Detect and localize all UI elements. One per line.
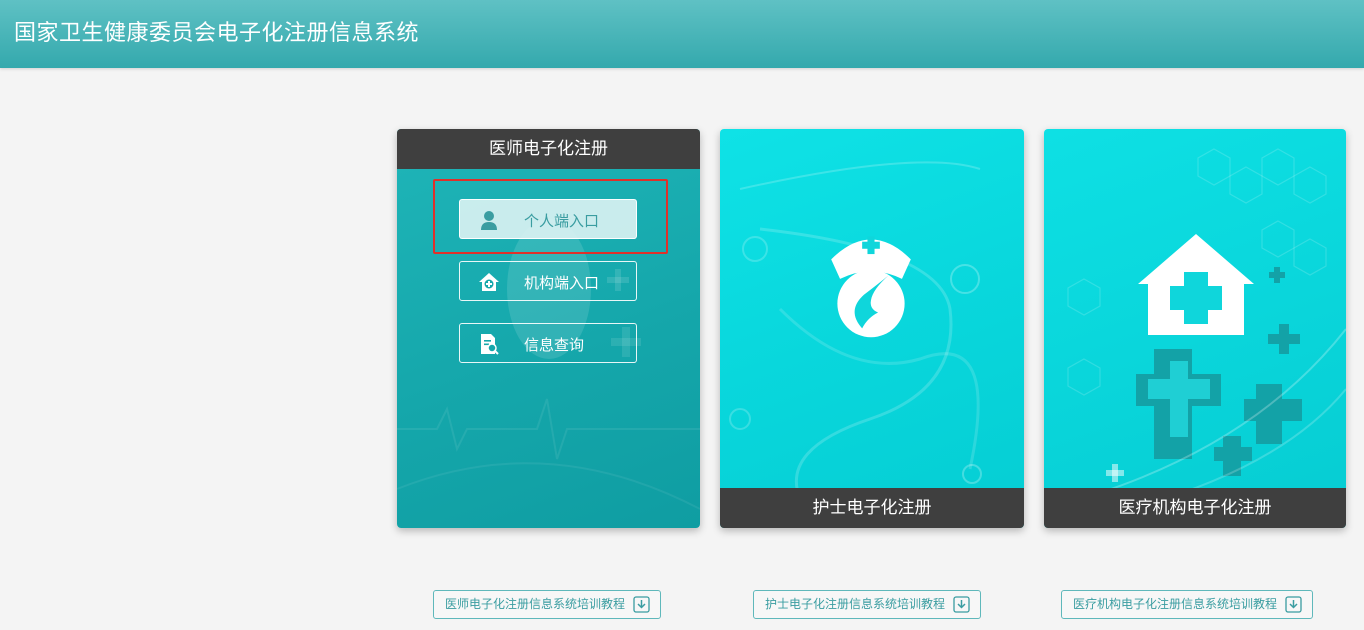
- house-cross-icon: [1138, 234, 1254, 335]
- organization-entry-button[interactable]: 机构端入口: [459, 261, 637, 301]
- organization-card[interactable]: 医疗机构电子化注册: [1044, 129, 1346, 528]
- nurse-card-title: 护士电子化注册: [720, 488, 1024, 528]
- doctor-tutorial-label: 医师电子化注册信息系统培训教程: [445, 597, 626, 611]
- personal-entry-highlight: [433, 179, 668, 254]
- nurse-tutorial-link[interactable]: 护士电子化注册信息系统培训教程: [753, 590, 981, 619]
- hospital-house-icon: [479, 273, 499, 291]
- info-query-button[interactable]: 信息查询: [459, 323, 637, 363]
- document-search-icon: [481, 334, 499, 355]
- organization-tutorial-link[interactable]: 医疗机构电子化注册信息系统培训教程: [1061, 590, 1313, 619]
- nurse-cap-icon: [831, 236, 911, 338]
- download-icon: [633, 596, 650, 613]
- organization-entry-label: 机构端入口: [524, 274, 600, 292]
- nurse-tutorial-label: 护士电子化注册信息系统培训教程: [765, 597, 946, 611]
- info-query-label: 信息查询: [524, 336, 585, 354]
- download-icon: [1285, 596, 1302, 613]
- app-title: 国家卫生健康委员会电子化注册信息系统: [14, 21, 420, 46]
- organization-card-title: 医疗机构电子化注册: [1044, 488, 1346, 528]
- doctor-tutorial-link[interactable]: 医师电子化注册信息系统培训教程: [433, 590, 661, 619]
- nurse-card[interactable]: 护士电子化注册: [720, 129, 1024, 528]
- app-header: 国家卫生健康委员会电子化注册信息系统: [0, 0, 1364, 68]
- organization-tutorial-label: 医疗机构电子化注册信息系统培训教程: [1073, 597, 1278, 611]
- doctor-card-title: 医师电子化注册: [397, 129, 700, 169]
- download-icon: [953, 596, 970, 613]
